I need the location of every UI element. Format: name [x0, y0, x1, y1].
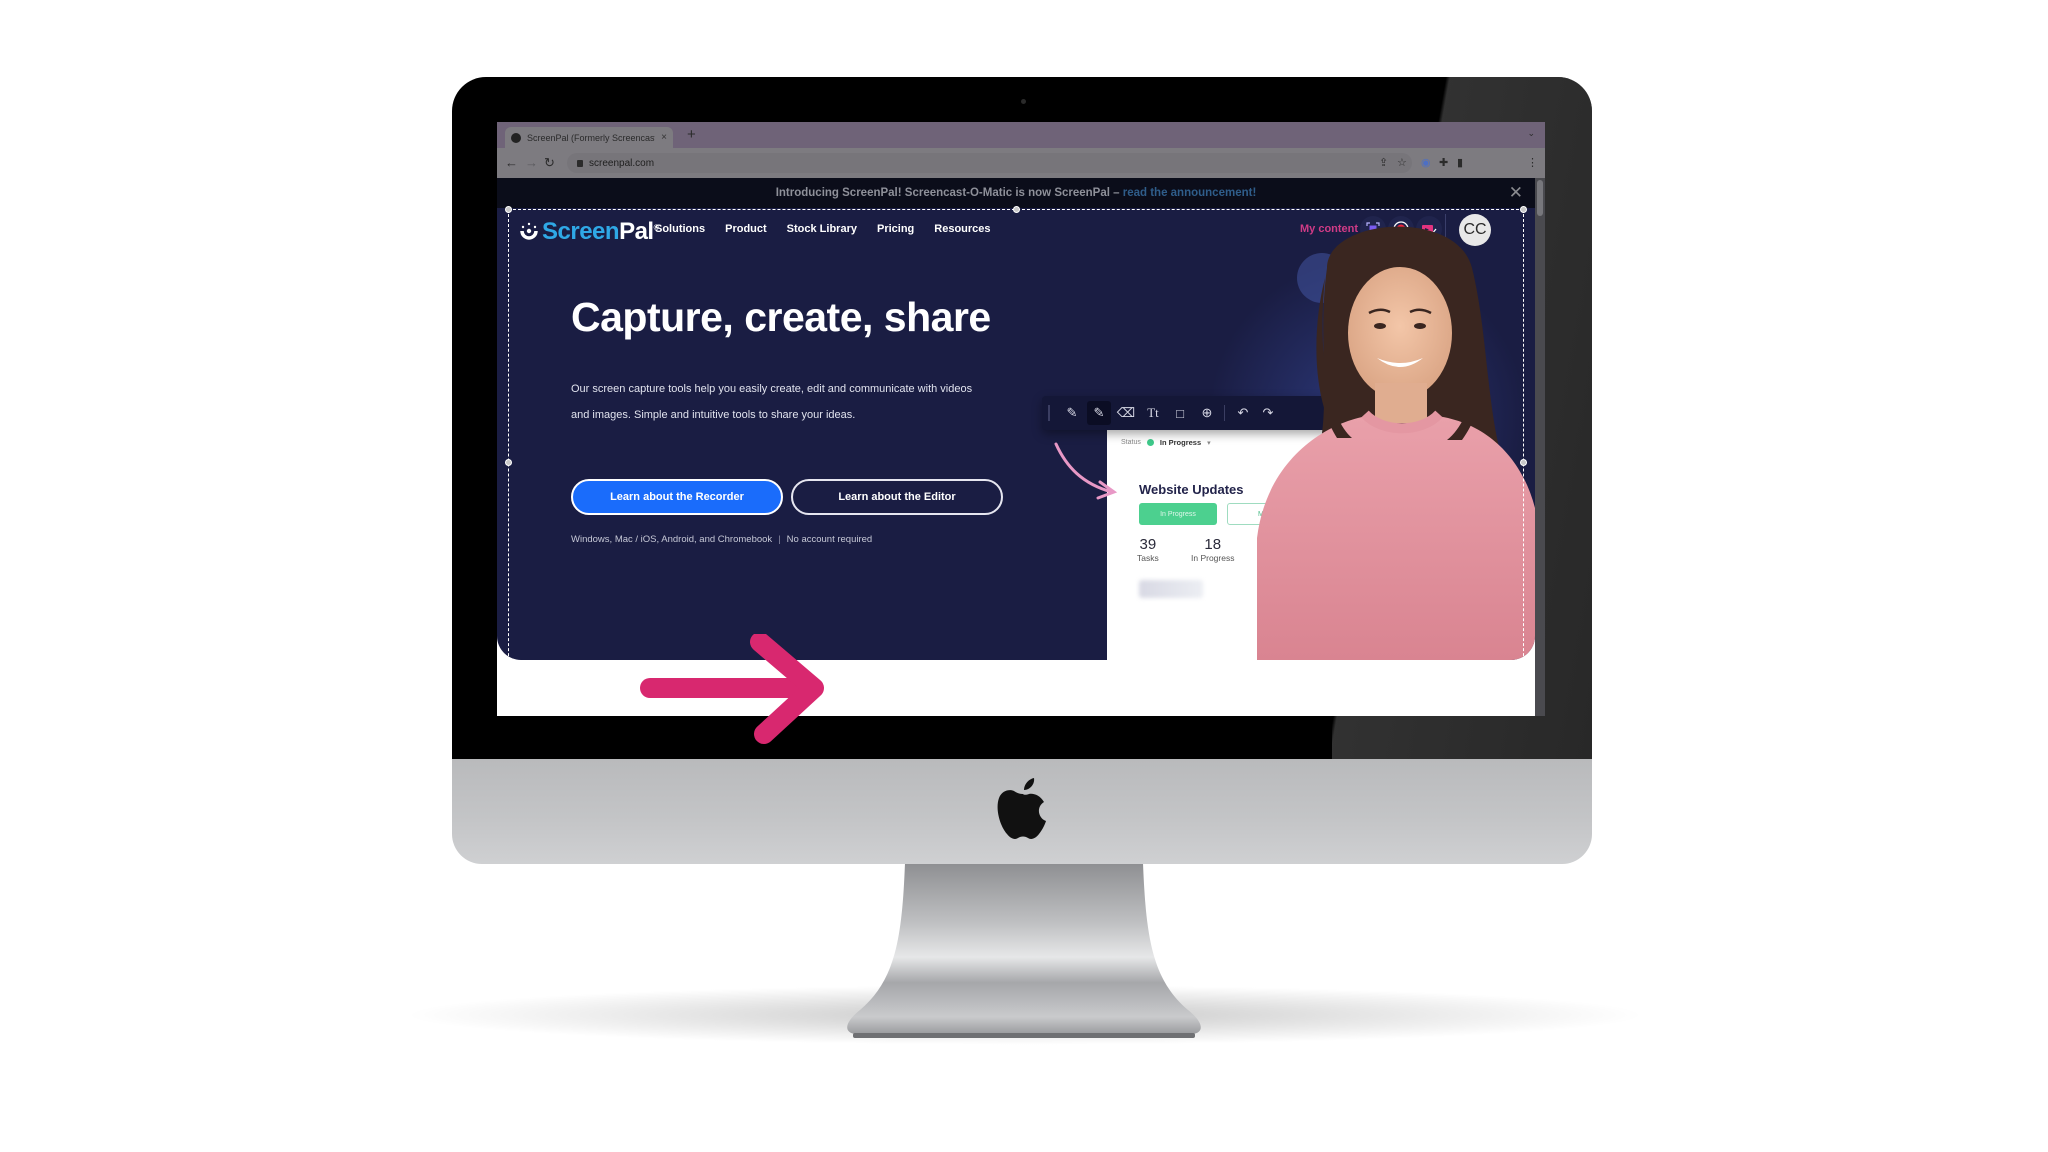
screenpal-logo[interactable]: ScreenPal® — [519, 218, 659, 246]
pen-tool-icon[interactable]: ✎ — [1060, 401, 1084, 425]
screenpal-favicon-icon — [511, 132, 521, 143]
kebab-menu-icon[interactable]: ⋮ — [1527, 156, 1538, 169]
stage: ScreenPal (Formerly Screencast × + ⌄ ← →… — [0, 0, 2048, 1152]
logo-wordmark: ScreenPal® — [542, 218, 659, 245]
tab-title: ScreenPal (Formerly Screencast — [527, 132, 656, 143]
sidepanel-icon[interactable]: ▮ — [1457, 156, 1463, 169]
learn-recorder-button[interactable]: Learn about the Recorder — [571, 479, 783, 515]
nav-solutions[interactable]: Solutions — [655, 223, 705, 235]
nav-product[interactable]: Product — [725, 223, 767, 235]
rectangle-tool-icon[interactable]: □ — [1168, 401, 1192, 425]
star-icon[interactable]: ☆ — [1397, 156, 1407, 169]
nav-resources[interactable]: Resources — [934, 223, 990, 235]
separator: | — [778, 534, 781, 545]
stat-tasks: 39 Tasks — [1137, 536, 1159, 563]
undo-icon[interactable]: ↶ — [1231, 401, 1255, 425]
hero-section: ScreenPal® Solutions Product Stock Libra… — [497, 208, 1535, 660]
close-tab-icon[interactable]: × — [661, 132, 667, 143]
tab-search-chevron-icon[interactable]: ⌄ — [1527, 128, 1535, 139]
announcement-text: Introducing ScreenPal! Screencast-O-Mati… — [775, 187, 1123, 199]
puzzle-icon[interactable]: ✚ — [1439, 156, 1448, 169]
main-nav: Solutions Product Stock Library Pricing … — [655, 223, 991, 235]
nav-stock-library[interactable]: Stock Library — [787, 223, 857, 235]
browser-toolbar: ← → ↻ screenpal.com ⇪ ☆ ◉ ✚ ▮ ⋮ — [497, 148, 1545, 178]
stat-label: Tasks — [1137, 553, 1159, 563]
blurred-content — [1139, 580, 1203, 598]
reload-button[interactable]: ↻ — [544, 155, 555, 171]
browser-tab[interactable]: ScreenPal (Formerly Screencast × — [505, 127, 673, 148]
forward-button[interactable]: → — [525, 155, 538, 170]
stat-number: 39 — [1139, 536, 1157, 553]
stat-in-progress: 18 In Progress — [1191, 536, 1234, 563]
text-tool-icon[interactable]: Tt — [1141, 401, 1165, 425]
back-button[interactable]: ← — [505, 155, 518, 170]
drag-handle[interactable] — [1048, 405, 1050, 421]
hero-photo-woman — [1257, 226, 1535, 660]
stat-label: In Progress — [1191, 553, 1235, 563]
announcement-bar: Introducing ScreenPal! Screencast-O-Mati… — [497, 178, 1535, 208]
in-progress-chip: In Progress — [1139, 503, 1217, 525]
hero-subtitle: Our screen capture tools help you easily… — [571, 383, 973, 421]
eraser-tool-icon[interactable]: ⌫ — [1114, 401, 1138, 425]
page-scrollbar[interactable] — [1535, 178, 1545, 716]
address-bar[interactable]: screenpal.com — [567, 153, 1412, 173]
status-dot-icon — [1146, 439, 1154, 446]
announcement-link[interactable]: read the announcement! — [1123, 187, 1257, 199]
share-icon[interactable]: ⇪ — [1379, 156, 1388, 169]
close-announcement-icon[interactable]: ✕ — [1509, 178, 1523, 208]
monitor-stand — [847, 863, 1201, 1038]
toolbar-divider — [1224, 405, 1225, 421]
new-tab-button[interactable]: + — [687, 126, 696, 143]
annotation-arrow-icon — [1054, 442, 1118, 500]
webcam-dot — [1021, 99, 1026, 104]
platforms-text: Windows, Mac / iOS, Android, and Chromeb… — [571, 534, 773, 545]
url-text: screenpal.com — [589, 157, 655, 169]
callout-arrow-icon — [640, 634, 824, 744]
apple-logo-icon — [997, 778, 1046, 839]
status-label: Status — [1121, 439, 1141, 446]
status-value: In Progress — [1159, 438, 1202, 447]
status-row: Status In Progress ▾ — [1121, 438, 1211, 447]
monitor-screen: ScreenPal (Formerly Screencast × + ⌄ ← →… — [497, 122, 1545, 716]
lock-icon — [577, 159, 583, 167]
browser-tab-strip: ScreenPal (Formerly Screencast × + ⌄ — [497, 122, 1545, 148]
scrollbar-thumb[interactable] — [1537, 180, 1543, 216]
highlighter-tool-icon[interactable]: ✎ — [1087, 401, 1111, 425]
stat-number: 18 — [1204, 536, 1222, 553]
no-account-text: No account required — [786, 534, 873, 545]
nav-pricing[interactable]: Pricing — [877, 223, 914, 235]
screenpal-logo-icon — [520, 222, 538, 240]
learn-editor-button[interactable]: Learn about the Editor — [791, 479, 1003, 515]
extension-logo-icon[interactable]: ◉ — [1421, 156, 1431, 169]
platform-note: Windows, Mac / iOS, Android, and Chromeb… — [571, 534, 872, 545]
zoom-tool-icon[interactable]: ⊕ — [1195, 401, 1219, 425]
status-caret-icon: ▾ — [1207, 439, 1211, 447]
hero-title: Capture, create, share — [571, 294, 991, 340]
card-title: Website Updates — [1139, 482, 1244, 497]
